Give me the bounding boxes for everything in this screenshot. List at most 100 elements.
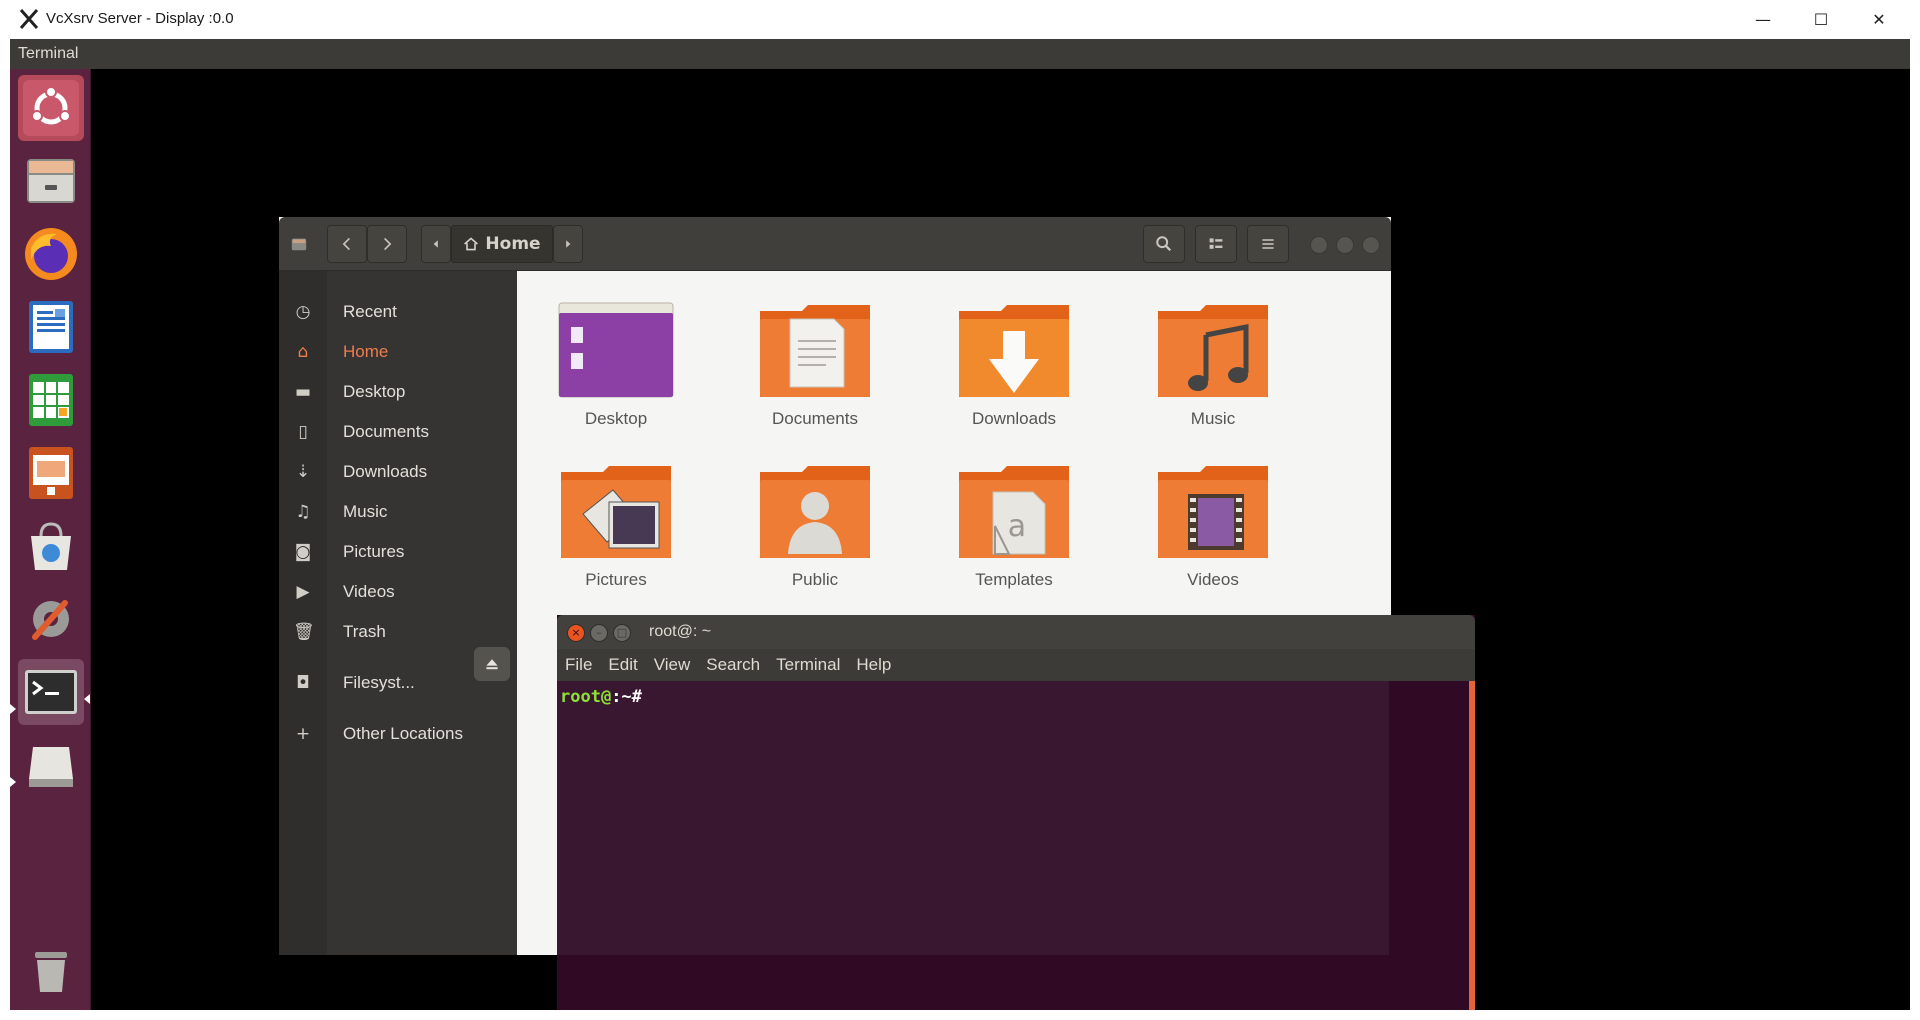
sidebar-item-label: Downloads bbox=[343, 462, 428, 481]
menu-edit[interactable]: Edit bbox=[608, 655, 637, 675]
menu-view[interactable]: View bbox=[654, 655, 691, 675]
host-window-title: VcXsrv Server - Display :0.0 bbox=[46, 10, 234, 27]
terminal-maximize-button[interactable]: □ bbox=[613, 624, 631, 642]
eject-icon bbox=[486, 659, 498, 670]
search-button[interactable] bbox=[1143, 225, 1185, 263]
terminal-close-button[interactable]: × bbox=[567, 624, 585, 642]
templates-folder-icon: a bbox=[959, 466, 1069, 558]
sidebar-item-desktop[interactable]: ▬ Desktop bbox=[279, 372, 517, 412]
path-home-button[interactable]: Home bbox=[451, 225, 553, 263]
folder-label: Videos bbox=[1187, 570, 1239, 589]
launcher-running-indicator bbox=[10, 704, 16, 714]
folder-public[interactable]: Public bbox=[725, 462, 905, 612]
system-settings-icon[interactable] bbox=[18, 586, 84, 652]
pictures-folder-icon bbox=[561, 466, 671, 558]
sidebar-item-home[interactable]: ⌂ Home bbox=[279, 332, 517, 372]
folder-documents[interactable]: Documents bbox=[725, 301, 905, 451]
ubuntu-dash-icon[interactable] bbox=[18, 75, 84, 141]
libreoffice-impress-icon[interactable] bbox=[18, 440, 84, 506]
back-button[interactable] bbox=[327, 225, 367, 263]
path-left-arrow[interactable] bbox=[421, 225, 451, 263]
sidebar-item-other-locations[interactable]: + Other Locations bbox=[279, 714, 517, 754]
libreoffice-calc-icon[interactable] bbox=[18, 367, 84, 433]
svg-text:a: a bbox=[1008, 509, 1026, 544]
public-folder-icon bbox=[760, 466, 870, 558]
terminal-icon[interactable] bbox=[18, 659, 84, 725]
active-app-name: Terminal bbox=[18, 45, 79, 62]
terminal-minimize-button[interactable]: – bbox=[590, 624, 608, 642]
files-headerbar: Home bbox=[279, 217, 1391, 271]
menu-button[interactable] bbox=[1247, 225, 1289, 263]
terminal-title: root@: ~ bbox=[649, 623, 712, 640]
maximize-button[interactable]: ☐ bbox=[1792, 0, 1850, 39]
sidebar-item-recent[interactable]: ◷ Recent bbox=[279, 292, 517, 332]
path-right-arrow[interactable] bbox=[553, 225, 583, 263]
sidebar-item-label: Music bbox=[343, 502, 388, 521]
drive-icon[interactable] bbox=[18, 732, 84, 798]
forward-button[interactable] bbox=[367, 225, 407, 263]
hamburger-icon bbox=[1262, 239, 1274, 249]
folder-music[interactable]: Music bbox=[1123, 301, 1303, 451]
plus-icon: + bbox=[295, 724, 311, 744]
home-icon: ⌂ bbox=[297, 342, 309, 362]
close-button[interactable]: ✕ bbox=[1850, 0, 1908, 39]
libreoffice-writer-icon[interactable] bbox=[18, 294, 84, 360]
home-icon bbox=[464, 237, 479, 251]
menu-file[interactable]: File bbox=[565, 655, 592, 675]
files-close-button[interactable] bbox=[1362, 236, 1380, 254]
sidebar-item-label: Desktop bbox=[343, 382, 406, 401]
folder-desktop[interactable]: Desktop bbox=[526, 301, 706, 451]
sidebar-item-label: Filesyst... bbox=[343, 673, 415, 692]
folder-label: Downloads bbox=[971, 409, 1057, 428]
launcher-running-indicator bbox=[10, 777, 16, 787]
host-titlebar: VcXsrv Server - Display :0.0 — ☐ ✕ bbox=[0, 0, 1920, 39]
sidebar-item-music[interactable]: ♫ Music bbox=[279, 492, 517, 532]
x-logo-icon bbox=[19, 9, 39, 29]
folder-icon: ▬ bbox=[294, 382, 312, 402]
folder-pictures[interactable]: Pictures bbox=[526, 462, 706, 612]
menu-search[interactable]: Search bbox=[706, 655, 760, 675]
videos-folder-icon bbox=[1158, 466, 1268, 558]
terminal-menubar: File Edit View Search Terminal Help bbox=[557, 649, 1475, 681]
terminal-translucent-overlay bbox=[557, 681, 1389, 955]
folder-label: Documents bbox=[772, 409, 858, 428]
files-maximize-button[interactable] bbox=[1336, 236, 1354, 254]
sidebar-item-label: Home bbox=[343, 342, 389, 361]
document-icon: ▯ bbox=[298, 422, 308, 442]
top-panel: Terminal bbox=[10, 39, 1910, 69]
download-icon: ⇣ bbox=[295, 462, 311, 482]
folder-templates[interactable]: a Templates bbox=[924, 462, 1104, 612]
trash-icon[interactable] bbox=[18, 935, 84, 1001]
sidebar-item-label: Other Locations bbox=[343, 724, 464, 743]
minimize-button[interactable]: — bbox=[1734, 0, 1792, 39]
menu-help[interactable]: Help bbox=[856, 655, 891, 675]
sidebar-item-trash[interactable]: 🗑 Trash bbox=[279, 612, 517, 652]
menu-terminal[interactable]: Terminal bbox=[776, 655, 840, 675]
launcher-focus-indicator bbox=[84, 694, 90, 704]
terminal-scrollbar[interactable] bbox=[1469, 681, 1475, 1010]
path-home-label: Home bbox=[485, 234, 541, 254]
files-icon[interactable] bbox=[18, 148, 84, 214]
sidebar-item-label: Trash bbox=[343, 622, 386, 641]
music-icon: ♫ bbox=[295, 502, 311, 522]
downloads-folder-icon bbox=[959, 305, 1069, 397]
list-view-icon bbox=[1209, 238, 1223, 249]
sidebar-item-downloads[interactable]: ⇣ Downloads bbox=[279, 452, 517, 492]
launcher bbox=[10, 69, 91, 1010]
sidebar-item-documents[interactable]: ▯ Documents bbox=[279, 412, 517, 452]
desktop-folder-icon bbox=[558, 302, 674, 398]
folder-downloads[interactable]: Downloads bbox=[924, 301, 1104, 451]
documents-folder-icon bbox=[760, 305, 870, 397]
firefox-icon[interactable] bbox=[18, 221, 84, 287]
files-minimize-button[interactable] bbox=[1310, 236, 1328, 254]
folder-label: Public bbox=[791, 570, 839, 589]
folder-videos[interactable]: Videos bbox=[1123, 462, 1303, 612]
sidebar-item-pictures[interactable]: ◙ Pictures bbox=[279, 532, 517, 572]
software-center-icon[interactable] bbox=[18, 513, 84, 579]
sidebar-item-videos[interactable]: ▶ Videos bbox=[279, 572, 517, 612]
sidebar-item-label: Videos bbox=[343, 582, 395, 601]
sidebar-item-label: Pictures bbox=[343, 542, 405, 561]
view-toggle-button[interactable] bbox=[1195, 225, 1237, 263]
terminal-output[interactable]: root@:~# bbox=[557, 681, 1469, 1010]
eject-button[interactable] bbox=[474, 647, 510, 681]
